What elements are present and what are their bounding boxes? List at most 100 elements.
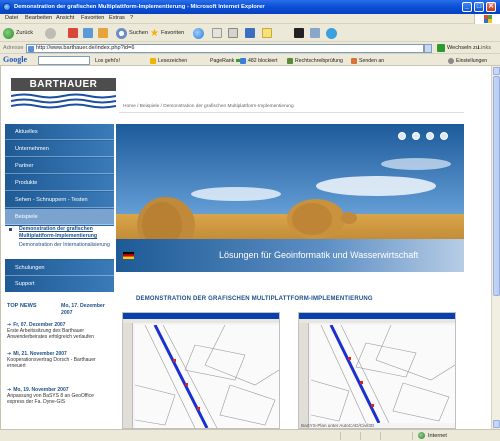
popup-blocker-button[interactable]: 482 blockiert: [240, 56, 277, 65]
google-search-input[interactable]: [38, 56, 90, 65]
spellcheck-button[interactable]: Rechtschreibprüfung: [287, 56, 343, 65]
google-logo: Google: [3, 55, 27, 64]
address-dropdown-button[interactable]: [424, 44, 432, 53]
menu-favoriten[interactable]: Favoriten: [81, 15, 104, 21]
search-button[interactable]: Suchen: [116, 27, 148, 39]
news-item[interactable]: ➔ Mi, 21. November 2007 Kooperationsvertr…: [7, 351, 111, 370]
news-item[interactable]: ➔ Fr, 07. Dezember 2007 Erste Arbeitssitz…: [7, 322, 111, 341]
send-icon: [351, 57, 357, 64]
scroll-thumb[interactable]: [493, 76, 500, 296]
print-button[interactable]: [228, 27, 238, 39]
back-button[interactable]: Zurück: [3, 27, 33, 39]
divider: [119, 112, 464, 113]
notes-button[interactable]: [262, 27, 272, 39]
refresh-button[interactable]: [83, 27, 93, 39]
messenger-button[interactable]: [294, 27, 304, 39]
logo-wave-graphic: [11, 93, 116, 109]
status-divider: [340, 432, 341, 440]
close-button[interactable]: ✕: [486, 2, 496, 12]
address-label: Adresse: [3, 45, 24, 51]
mail-button[interactable]: [212, 27, 222, 39]
mail-icon: [212, 28, 222, 38]
favorites-label: Favoriten: [160, 30, 185, 36]
stop-icon: [68, 28, 78, 38]
google-toolbar: Google Los geht's! Lesezeichen PageRank …: [0, 54, 500, 66]
address-input[interactable]: http://www.barthauer.de/index.php?id=6: [26, 44, 424, 53]
page-viewport: BARTHAUER Home / Beispiele / Demonstrati…: [0, 66, 491, 429]
stop-button[interactable]: [68, 27, 78, 39]
popup-blocker-icon: [240, 57, 246, 64]
edit-icon: [245, 28, 255, 38]
send-to-button[interactable]: Senden an: [351, 56, 384, 65]
menu-bearbeiten[interactable]: Bearbeiten: [25, 15, 52, 21]
menu-ansicht[interactable]: Ansicht: [56, 15, 74, 21]
back-label: Zurück: [16, 30, 34, 36]
edit-button[interactable]: [245, 27, 255, 39]
subnav-item-internationalisierung[interactable]: Demonstration der Internationalisierung: [5, 242, 114, 259]
nav-item-unternehmen[interactable]: Unternehmen: [5, 141, 114, 157]
breadcrumb[interactable]: Home / Beispiele / Demonstration der gra…: [123, 104, 294, 109]
nav-item-beispiele[interactable]: Beispiele: [5, 209, 114, 225]
nav-item-schulungen[interactable]: Schulungen: [5, 260, 114, 276]
nav-item-partner[interactable]: Partner: [5, 158, 114, 174]
bookmarks-button[interactable]: Lesezeichen: [150, 56, 187, 65]
go-label: Wechseln zu: [447, 45, 479, 51]
minimize-button[interactable]: _: [462, 2, 472, 12]
menu-datei[interactable]: Datei: [5, 15, 18, 21]
favorites-button[interactable]: ★ Favoriten: [150, 27, 184, 39]
status-divider: [412, 432, 413, 440]
links-button[interactable]: Links: [478, 45, 491, 51]
screenshot-thumbnail-left[interactable]: [122, 312, 280, 429]
barthauer-logo[interactable]: BARTHAUER: [11, 78, 116, 112]
print-page-icon[interactable]: [398, 132, 406, 140]
info-icon[interactable]: [426, 132, 434, 140]
research-button[interactable]: [310, 27, 320, 39]
spellcheck-icon: [287, 57, 293, 64]
back-arrow-icon: [3, 27, 14, 39]
home-icon: [98, 28, 108, 38]
subnav-item-multiplattform[interactable]: Demonstration der grafischen Multiplattf…: [5, 226, 114, 242]
internet-explorer-icon: [3, 3, 11, 11]
nav-item-testen[interactable]: Sehen - Schnuppern - Testen: [5, 192, 114, 208]
arrow-icon: ➔: [7, 351, 12, 357]
scroll-up-button[interactable]: [493, 67, 500, 75]
globe-icon: [418, 432, 425, 439]
thumb-menubar: [123, 319, 279, 323]
scroll-down-button[interactable]: [493, 420, 500, 428]
german-flag-icon[interactable]: [123, 252, 134, 259]
screenshot-thumbnail-right[interactable]: BaSYS-Plan unter AutoCAD/Civil3D: [298, 312, 456, 429]
menu-extras[interactable]: Extras: [109, 15, 125, 21]
page-title: DEMONSTRATION DER GRAFISCHEN MULTIPLATTF…: [136, 296, 373, 302]
thumb-menubar: [299, 319, 455, 323]
security-zone: Internet: [418, 432, 447, 439]
maximize-button[interactable]: □: [474, 2, 484, 12]
menu-bar: Datei Bearbeiten Ansicht Favoriten Extra…: [0, 14, 500, 24]
vertical-scrollbar[interactable]: [491, 66, 500, 429]
skype-icon: [326, 27, 337, 39]
star-icon: ★: [150, 27, 159, 39]
nav-item-support[interactable]: Support: [5, 276, 114, 292]
google-search-label: Los geht's!: [95, 57, 120, 64]
notes-icon: [262, 28, 272, 38]
window-title: Demonstration der grafischen Multiplattf…: [14, 4, 265, 10]
menu-help[interactable]: ?: [130, 15, 133, 21]
history-button[interactable]: [193, 27, 206, 39]
cad-map-graphic: [311, 325, 455, 423]
nav-item-produkte[interactable]: Produkte: [5, 175, 114, 191]
go-button[interactable]: Wechseln zu: [437, 44, 479, 52]
arrow-icon: ➔: [7, 387, 12, 393]
home-button[interactable]: [98, 27, 108, 39]
forward-button[interactable]: [45, 27, 58, 39]
search-icon: [116, 27, 127, 39]
nav-item-aktuelles[interactable]: Aktuelles: [5, 124, 114, 140]
topnews-date: Mo, 17. Dezember 2007: [61, 303, 105, 316]
news-item[interactable]: ➔ Mo, 19. November 2007 Anpassung von BaS…: [7, 387, 111, 406]
print-icon: [228, 28, 238, 38]
search-site-icon[interactable]: [412, 132, 420, 140]
thumbnail-caption: BaSYS-Plan unter AutoCAD/Civil3D: [301, 423, 375, 428]
settings-button[interactable]: Einstellungen: [448, 56, 487, 65]
settings-gear-icon: [448, 57, 454, 64]
skype-button[interactable]: [326, 27, 339, 39]
up-arrow-icon[interactable]: [440, 132, 448, 140]
google-search-button[interactable]: Los geht's!: [95, 56, 120, 65]
